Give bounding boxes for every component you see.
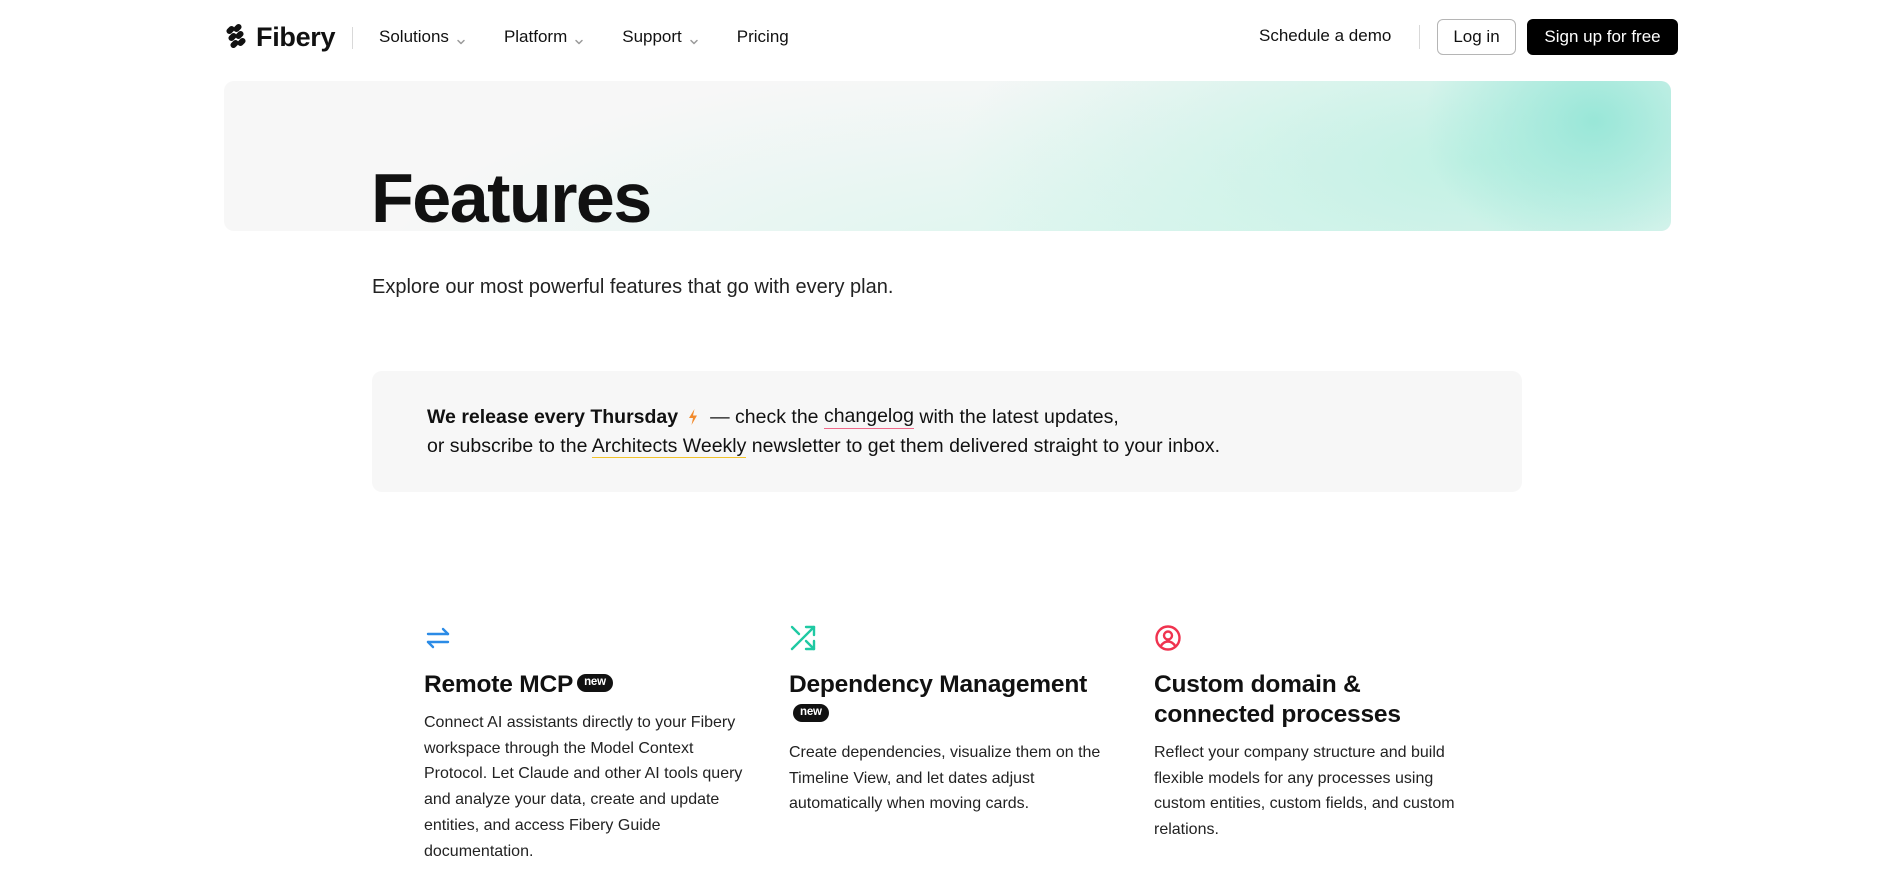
release-announcement: We release every Thursday — check the ch… bbox=[372, 371, 1522, 492]
chevron-down-icon bbox=[456, 32, 466, 45]
nav-item-pricing[interactable]: Pricing bbox=[737, 27, 789, 47]
login-button[interactable]: Log in bbox=[1437, 19, 1516, 55]
feature-title-text: Dependency Management bbox=[789, 671, 1088, 698]
arrows-exchange-icon bbox=[424, 624, 452, 652]
chevron-down-icon bbox=[689, 32, 699, 45]
new-badge: new bbox=[793, 703, 829, 722]
page-title: Features bbox=[371, 159, 652, 237]
feature-title: Dependency Management new bbox=[789, 670, 1119, 730]
feature-card-remote-mcp: Remote MCP new Connect AI assistants dire… bbox=[424, 624, 754, 864]
header-separator bbox=[1419, 25, 1420, 49]
schedule-demo-link[interactable]: Schedule a demo bbox=[1259, 26, 1391, 46]
feature-description: Connect AI assistants directly to your F… bbox=[424, 714, 743, 860]
changelog-link[interactable]: changelog bbox=[823, 405, 914, 429]
feature-title: Remote MCP new bbox=[424, 670, 754, 700]
shuffle-arrows-icon bbox=[789, 624, 817, 652]
nav-item-label: Support bbox=[622, 27, 682, 46]
release-text: — check the bbox=[710, 405, 819, 428]
release-line-2: or subscribe to the Architects Weekly ne… bbox=[427, 435, 1220, 458]
feature-card-dependency-management: Dependency Management new Create dependen… bbox=[789, 624, 1119, 817]
feature-description: Create dependencies, visualize them on t… bbox=[789, 744, 1101, 813]
feature-description: Reflect your company structure and build… bbox=[1154, 744, 1455, 839]
nav-item-label: Pricing bbox=[736, 27, 789, 46]
main-nav: Solutions Platform Support Pricing bbox=[379, 24, 827, 50]
feature-title-text: Remote MCP bbox=[424, 671, 574, 698]
lightning-icon bbox=[686, 408, 700, 426]
nav-item-support[interactable]: Support bbox=[622, 27, 699, 47]
release-text: newsletter to get them delivered straigh… bbox=[751, 435, 1221, 457]
fibery-logo-icon bbox=[224, 22, 250, 53]
architects-weekly-link[interactable]: Architects Weekly bbox=[591, 435, 747, 458]
fibery-logo[interactable]: Fibery bbox=[224, 20, 336, 54]
nav-item-label: Platform bbox=[503, 27, 568, 46]
release-text: or subscribe to the bbox=[427, 435, 588, 457]
feature-card-custom-domain: Custom domain & connected processes Refl… bbox=[1154, 624, 1484, 843]
release-text: with the latest updates, bbox=[919, 405, 1119, 428]
feature-title: Custom domain & connected processes bbox=[1154, 671, 1401, 728]
user-circle-icon bbox=[1154, 624, 1182, 652]
logo-text: Fibery bbox=[256, 21, 336, 52]
nav-item-label: Solutions bbox=[379, 27, 449, 46]
nav-item-platform[interactable]: Platform bbox=[504, 27, 584, 47]
release-line-1: We release every Thursday — check the ch… bbox=[427, 405, 1119, 429]
new-badge: new bbox=[577, 673, 613, 692]
chevron-down-icon bbox=[574, 32, 584, 45]
signup-button[interactable]: Sign up for free bbox=[1527, 19, 1678, 55]
header-divider bbox=[352, 27, 353, 49]
site-header: Fibery Solutions Platform Support Pricin… bbox=[0, 0, 1881, 74]
release-bold-text: We release every Thursday bbox=[427, 405, 679, 428]
page-subtitle: Explore our most powerful features that … bbox=[372, 276, 894, 298]
nav-item-solutions[interactable]: Solutions bbox=[379, 27, 466, 47]
